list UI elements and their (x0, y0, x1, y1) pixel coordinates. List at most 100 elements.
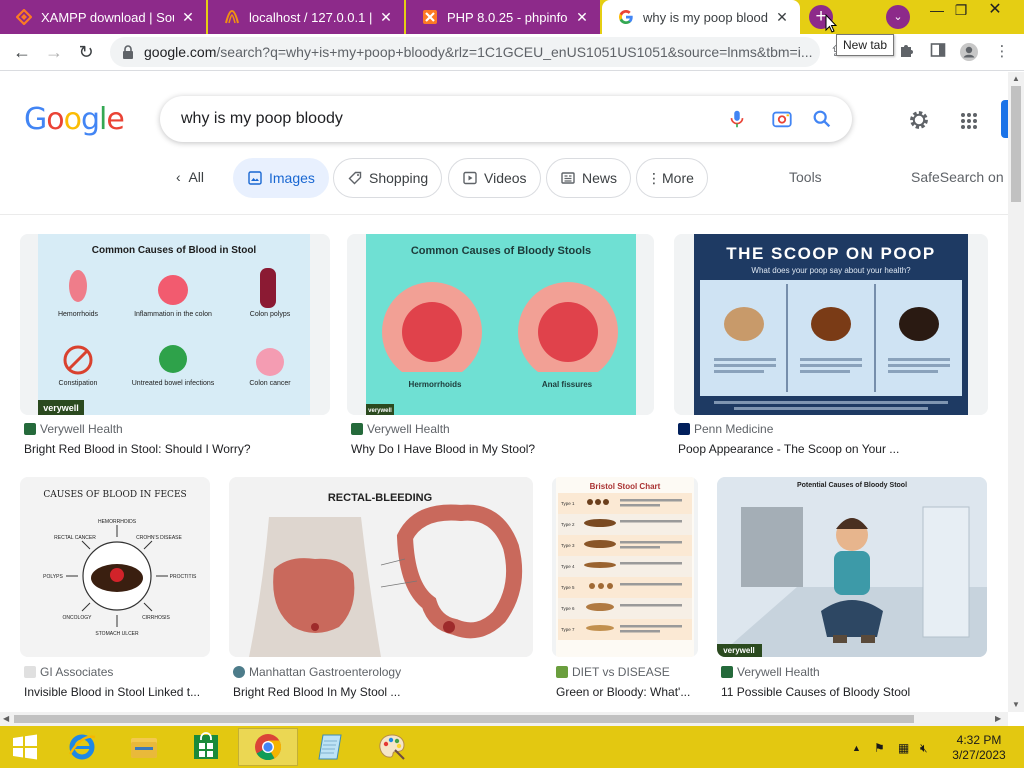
maximize-button[interactable]: ❐ (946, 0, 976, 22)
close-tab-icon[interactable]: ✕ (574, 9, 590, 25)
volume-muted-icon[interactable]: 🔇︎ (920, 741, 928, 756)
result-source[interactable]: Manhattan Gastroenterology (233, 665, 401, 679)
result-thumbnail[interactable]: CAUSES OF BLOOD IN FECES HEMORRHOIDS CRO… (20, 477, 210, 657)
apps-grid-icon[interactable] (960, 112, 978, 130)
thumb-label: Hemorrhoids (58, 311, 99, 318)
filter-all[interactable]: ‹ All (176, 169, 204, 185)
filter-videos[interactable]: Videos (448, 158, 541, 198)
image-result[interactable]: Bristol Stool Chart Type 1 Type 2 Type 3… (552, 477, 698, 703)
image-result[interactable]: CAUSES OF BLOOD IN FECES HEMORRHOIDS CRO… (20, 477, 210, 703)
windows-logo-icon (13, 734, 37, 760)
thumb-label: Type 5 (561, 585, 575, 590)
result-source[interactable]: GI Associates (24, 665, 113, 679)
result-title[interactable]: Why Do I Have Blood in My Stool? (351, 442, 654, 456)
tab-search-button[interactable]: ⌄ (886, 5, 910, 29)
safesearch-toggle[interactable]: SafeSearch on (911, 169, 1004, 185)
system-clock[interactable]: 4:32 PM 3/27/2023 (942, 733, 1016, 763)
back-button[interactable]: ← (10, 41, 34, 65)
close-window-button[interactable]: ✕ (980, 0, 1010, 22)
result-thumbnail[interactable]: THE SCOOP ON POOP What does your poop sa… (674, 234, 988, 415)
image-result[interactable]: Common Causes of Blood in Stool Hemorrho… (20, 234, 330, 460)
image-result[interactable]: RECTAL-BLEEDING Manhattan Gastroenterolo… (229, 477, 533, 703)
result-title[interactable]: Poop Appearance - The Scoop on Your ... (678, 442, 988, 456)
tab-strip: XAMPP download | Sourc ✕ localhost / 127… (0, 0, 1024, 34)
thumb-label: CROHN'S DISEASE (136, 535, 182, 541)
verywell-favicon (351, 423, 363, 435)
tab-xampp-download[interactable]: XAMPP download | Sourc ✕ (0, 0, 206, 34)
file-explorer-taskbar-button[interactable] (114, 728, 174, 766)
diet-vs-disease-favicon (556, 666, 568, 678)
result-title[interactable]: 11 Possible Causes of Bloody Stool (721, 685, 987, 699)
scroll-up-arrow-icon[interactable]: ▲ (1012, 74, 1020, 83)
camera-lens-icon[interactable] (771, 108, 793, 130)
search-input[interactable]: why is my poop bloody (160, 96, 852, 142)
result-thumbnail[interactable]: Bristol Stool Chart Type 1 Type 2 Type 3… (552, 477, 698, 657)
show-hidden-icons-icon[interactable]: ▲ (852, 743, 861, 753)
result-thumbnail[interactable]: Potential Causes of Bloody Stool verywel… (717, 477, 987, 657)
image-result[interactable]: Potential Causes of Bloody Stool verywel… (717, 477, 987, 703)
network-icon[interactable]: ▦ (898, 741, 909, 755)
browser-menu-icon[interactable]: ⋮ (992, 42, 1012, 62)
close-tab-icon[interactable]: ✕ (378, 9, 394, 25)
account-avatar[interactable] (1001, 100, 1008, 138)
reload-button[interactable]: ↻ (74, 41, 98, 65)
result-title[interactable]: Bright Red Blood in Stool: Should I Worr… (24, 442, 330, 456)
result-title[interactable]: Invisible Blood in Stool Linked t... (24, 685, 210, 699)
address-bar[interactable]: google.com/search?q=why+is+my+poop+blood… (110, 37, 820, 67)
vertical-scroll-thumb[interactable] (1011, 86, 1021, 202)
result-source[interactable]: Verywell Health (721, 665, 820, 679)
result-title[interactable]: Green or Bloody: What'... (556, 685, 698, 699)
microphone-icon[interactable] (726, 108, 748, 130)
internet-explorer-taskbar-button[interactable] (52, 728, 112, 766)
result-thumbnail[interactable]: Common Causes of Blood in Stool Hemorrho… (20, 234, 330, 415)
search-icon[interactable] (811, 108, 833, 130)
result-source[interactable]: Verywell Health (24, 422, 123, 436)
forward-button[interactable]: → (42, 41, 66, 65)
thumb-label: POLYPS (43, 574, 63, 580)
horizontal-scroll-thumb[interactable] (14, 715, 914, 723)
result-source[interactable]: Penn Medicine (678, 422, 773, 436)
filter-images[interactable]: Images (233, 158, 329, 198)
chrome-icon (255, 734, 282, 761)
notepad-taskbar-button[interactable] (300, 728, 360, 766)
scroll-left-arrow-icon[interactable]: ◀ (3, 714, 9, 723)
store-taskbar-button[interactable] (176, 728, 236, 766)
tab-google-search[interactable]: why is my poop bloody - ✕ (602, 0, 800, 34)
result-thumbnail[interactable]: RECTAL-BLEEDING (229, 477, 533, 657)
paint-taskbar-button[interactable] (362, 728, 422, 766)
google-logo[interactable]: Google (24, 102, 125, 137)
extensions-icon[interactable] (896, 42, 916, 62)
image-result[interactable]: THE SCOOP ON POOP What does your poop sa… (674, 234, 988, 460)
thumb-label: STOMACH ULCER (95, 631, 139, 637)
vertical-scrollbar[interactable]: ▲ ▼ (1008, 72, 1024, 712)
filter-news[interactable]: News (546, 158, 632, 198)
folder-icon (131, 738, 157, 758)
tools-button[interactable]: Tools (789, 169, 822, 185)
search-filters: ‹ All Images Shopping Videos News ⋮ More… (0, 158, 1008, 200)
close-tab-icon[interactable]: ✕ (180, 9, 196, 25)
result-source[interactable]: Verywell Health (351, 422, 450, 436)
start-button[interactable] (0, 728, 50, 766)
thumb-label: Type 7 (561, 627, 575, 632)
action-center-flag-icon[interactable]: ⚑ (874, 741, 885, 755)
scroll-right-arrow-icon[interactable]: ▶ (995, 714, 1001, 723)
result-source[interactable]: DIET vs DISEASE (556, 665, 670, 679)
tab-localhost-phpmyadmin[interactable]: localhost / 127.0.0.1 | php ✕ (208, 0, 404, 34)
result-title[interactable]: Bright Red Blood In My Stool ... (233, 685, 533, 699)
filter-more[interactable]: ⋮ More (636, 158, 708, 198)
settings-gear-icon[interactable] (907, 108, 931, 132)
profile-avatar-icon[interactable] (959, 42, 979, 62)
image-result[interactable]: Common Causes of Bloody Stools Hermorrho… (347, 234, 654, 460)
result-thumbnail[interactable]: Common Causes of Bloody Stools Hermorrho… (347, 234, 654, 415)
notepad-icon (318, 734, 342, 760)
tab-phpinfo[interactable]: PHP 8.0.25 - phpinfo() ✕ (406, 0, 600, 34)
chrome-taskbar-button[interactable] (238, 728, 298, 766)
side-panel-icon[interactable] (928, 42, 948, 62)
scroll-down-arrow-icon[interactable]: ▼ (1012, 700, 1020, 709)
thumb-label: Constipation (59, 380, 98, 387)
horizontal-scrollbar[interactable]: ◀ ▶ (0, 712, 1008, 726)
filter-shopping[interactable]: Shopping (333, 158, 443, 198)
close-tab-icon[interactable]: ✕ (774, 9, 790, 25)
tag-icon (347, 170, 363, 186)
windows-store-icon (194, 732, 218, 759)
